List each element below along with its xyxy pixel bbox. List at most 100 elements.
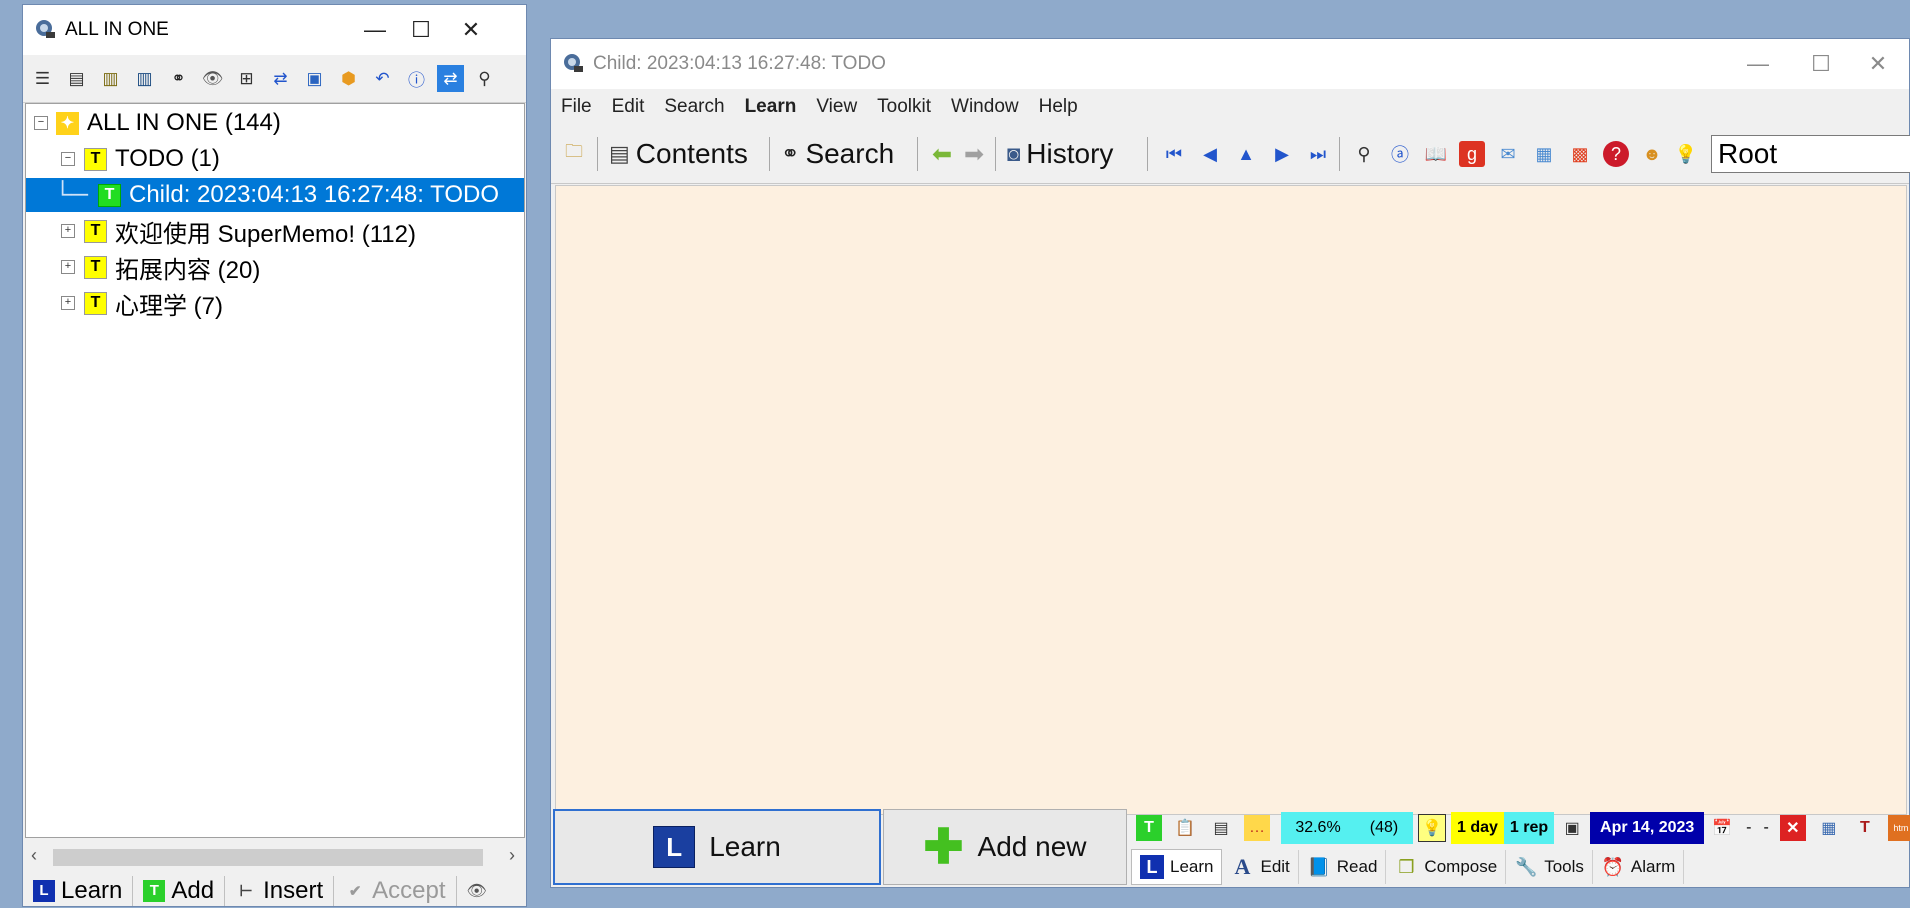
search-label: Search xyxy=(805,138,895,169)
title-bar[interactable]: Child: 2023:04:13 16:27:48: TODO — ☐ ✕ xyxy=(551,39,1909,89)
next-icon[interactable]: ▶ xyxy=(1269,141,1295,167)
window-title: Child: 2023:04:13 16:27:48: TODO xyxy=(593,53,886,74)
forward-arrow-icon[interactable]: ➡ xyxy=(961,141,987,168)
search-button[interactable]: ⚭ Search xyxy=(781,137,894,171)
menu-view[interactable]: View xyxy=(816,96,857,118)
expand-toggle[interactable]: + xyxy=(61,224,75,238)
tab-tools[interactable]: 🔧 Tools xyxy=(1506,850,1593,884)
window-icon[interactable]: ▣ xyxy=(1559,815,1585,841)
topic-type-icon[interactable]: T xyxy=(1136,815,1162,841)
save-icon[interactable]: ▣ xyxy=(301,65,328,92)
help-icon[interactable]: ? xyxy=(1603,141,1629,167)
collapse-toggle[interactable]: − xyxy=(34,116,48,130)
parent-icon[interactable]: ▲ xyxy=(1233,141,1259,167)
tree-node-extended[interactable]: T 拓展内容 (20) xyxy=(84,250,260,284)
tab-edit[interactable]: A Edit xyxy=(1222,850,1299,884)
contents-button[interactable]: ▤ Contents xyxy=(609,137,748,171)
magnifier-icon[interactable]: ⚲ xyxy=(1351,141,1377,167)
scroll-right-icon[interactable]: › xyxy=(509,845,515,866)
element-content-area[interactable] xyxy=(555,185,1907,815)
insert-button[interactable]: ⊢ Insert xyxy=(225,875,335,906)
add-topic-icon: T xyxy=(143,879,166,902)
last-icon[interactable]: ⏭ xyxy=(1305,141,1331,167)
template-icon[interactable]: T xyxy=(1852,815,1878,841)
tab-read[interactable]: 📘 Read xyxy=(1299,850,1387,884)
menu-file[interactable]: File xyxy=(561,96,592,118)
tree-node-psychology[interactable]: T 心理学 (7) xyxy=(84,286,223,320)
expand-toggle[interactable]: + xyxy=(61,296,75,310)
binoculars-icon[interactable]: ⚭ xyxy=(165,65,192,92)
sync-icon[interactable]: ⇄ xyxy=(437,65,464,92)
accept-button[interactable]: ✔ Accept xyxy=(334,875,457,906)
tab-compose[interactable]: ❒ Compose xyxy=(1386,850,1507,884)
minimize-button[interactable]: — xyxy=(1731,39,1785,89)
dictionary-icon[interactable]: ⓐ xyxy=(1387,141,1413,167)
tab-learn[interactable]: L Learn xyxy=(1131,849,1223,885)
add-button[interactable]: T Add xyxy=(133,875,226,906)
list-icon[interactable]: ☰ xyxy=(29,65,56,92)
expand-toggle[interactable]: + xyxy=(61,260,75,274)
document-icon[interactable]: ▤ xyxy=(63,65,90,92)
add-new-button[interactable]: ✚ Add new xyxy=(883,809,1127,885)
windows-icon[interactable]: ▩ xyxy=(1567,141,1593,167)
previous-icon[interactable]: ◀ xyxy=(1197,141,1223,167)
add-new-label: Add new xyxy=(977,831,1087,862)
history-button[interactable]: ◙ History xyxy=(1007,137,1113,171)
tree-node-child[interactable]: └─ T Child: 2023:04:13 16:27:48: TODO xyxy=(26,178,524,212)
menu-search[interactable]: Search xyxy=(664,96,724,118)
tree-node-root[interactable]: ✦ ALL IN ONE (144) xyxy=(56,106,281,140)
eye-icon[interactable]: 👁 xyxy=(199,65,226,92)
horizontal-scrollbar[interactable]: ‹ › xyxy=(25,843,525,871)
gear-badge-icon[interactable]: ⬢ xyxy=(335,65,362,92)
close-button[interactable]: ✕ xyxy=(444,5,498,55)
google-icon[interactable]: g xyxy=(1459,141,1485,167)
learn-button[interactable]: L Learn xyxy=(553,809,881,885)
undo-icon[interactable]: ↶ xyxy=(369,65,396,92)
menu-window[interactable]: Window xyxy=(951,96,1019,118)
maximize-button[interactable]: ☐ xyxy=(1794,39,1848,89)
tab-label: Alarm xyxy=(1630,857,1676,876)
eye-icon[interactable]: 👁 xyxy=(457,876,497,906)
menu-learn[interactable]: Learn xyxy=(745,96,797,118)
menu-edit[interactable]: Edit xyxy=(612,96,645,118)
ellipsis-icon[interactable]: … xyxy=(1244,815,1270,841)
close-button[interactable]: ✕ xyxy=(1851,39,1905,89)
mail-icon[interactable]: ✉ xyxy=(1495,141,1521,167)
collapse-toggle[interactable]: − xyxy=(61,152,75,166)
tab-alarm[interactable]: ⏰ Alarm xyxy=(1593,850,1685,884)
scroll-left-icon[interactable]: ‹ xyxy=(31,845,37,866)
back-arrow-icon[interactable]: ⬅ xyxy=(929,141,955,168)
bulb-icon[interactable]: 💡 xyxy=(1673,141,1699,167)
tree-node-label: Child: 2023:04:13 16:27:48: TODO xyxy=(129,181,500,208)
root-field[interactable]: Root xyxy=(1711,135,1910,173)
tree-node-welcome[interactable]: T 欢迎使用 SuperMemo! (112) xyxy=(84,214,416,248)
insert-icon: ⊢ xyxy=(239,882,253,900)
search-icon[interactable]: ⚲ xyxy=(471,65,498,92)
first-icon[interactable]: ⏮ xyxy=(1161,141,1187,167)
user-icon[interactable]: ☻ xyxy=(1639,141,1665,167)
title-bar[interactable]: ALL IN ONE — ☐ ✕ xyxy=(23,5,526,55)
learn-icon: L xyxy=(653,826,696,868)
books-icon[interactable]: ▥ xyxy=(97,65,124,92)
info-icon[interactable]: ⓘ xyxy=(403,65,430,92)
tree-node-todo[interactable]: T TODO (1) xyxy=(84,142,220,176)
bulb-icon[interactable]: 💡 xyxy=(1418,814,1446,842)
book-icon[interactable]: 📖 xyxy=(1423,141,1449,167)
transfer-icon[interactable]: ⇄ xyxy=(267,65,294,92)
maximize-button[interactable]: ☐ xyxy=(394,5,448,55)
scroll-thumb[interactable] xyxy=(53,849,483,866)
books-blue-icon[interactable]: ▥ xyxy=(131,65,158,92)
tree-icon[interactable]: ⊞ xyxy=(233,65,260,92)
delete-icon[interactable]: ✕ xyxy=(1779,815,1806,841)
open-folder-icon[interactable]: 🗀 xyxy=(561,141,587,167)
clipboard-icon[interactable]: 📋 xyxy=(1172,815,1198,841)
layout-icon[interactable]: ▦ xyxy=(1816,815,1842,841)
menu-help[interactable]: Help xyxy=(1039,96,1078,118)
topic-icon: T xyxy=(84,291,107,315)
learn-button[interactable]: L Learn xyxy=(23,875,134,906)
document-icon[interactable]: ▤ xyxy=(1208,815,1234,841)
calendar-icon[interactable]: 📅 xyxy=(1709,815,1735,841)
menu-toolkit[interactable]: Toolkit xyxy=(877,96,931,118)
calendar-grid-icon[interactable]: ▦ xyxy=(1531,141,1557,167)
html-icon[interactable]: htm xyxy=(1887,815,1910,841)
